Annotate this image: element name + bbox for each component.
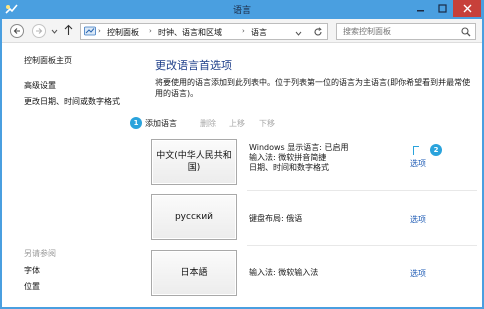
page-description: 将要使用的语言添加到此列表中。位于列表第一位的语言为主语言(即你希望看到并最常使… <box>155 78 471 98</box>
language-info: 输入法: 微软输入法 <box>249 268 318 278</box>
remove-button[interactable]: 删除 <box>200 118 216 129</box>
breadcrumb-separator-icon: › <box>242 27 245 35</box>
minimize-icon <box>416 10 424 12</box>
sidebar-item-advanced-settings[interactable]: 高级设置 <box>24 80 56 91</box>
list-item-language: русский 键盘布局: 俄语 选项 <box>142 194 482 244</box>
language-info-line: 键盘布局: 俄语 <box>249 214 303 223</box>
step-badge-1: 1 <box>130 117 142 129</box>
maximize-button[interactable] <box>431 0 453 17</box>
control-panel-icon <box>84 26 96 39</box>
recent-locations-chevron-icon[interactable] <box>51 27 58 36</box>
breadcrumb-item-control-panel[interactable]: 控制面板 <box>107 27 139 38</box>
options-link-russian[interactable]: 选项 <box>410 214 426 225</box>
language-toolbar: 1 添加语言 删除 上移 下移 <box>130 116 482 130</box>
sidebar-item-fonts[interactable]: 字体 <box>24 265 40 276</box>
refresh-icon[interactable] <box>313 27 323 39</box>
options-link-chinese[interactable]: 选项 <box>410 158 426 169</box>
language-window: 语言 › 控制面板 › 时钟、语言和区域 › 语言 搜索控制面板 控制面板主页 … <box>0 0 484 309</box>
language-tile-russian[interactable]: русский <box>151 194 237 240</box>
minimize-button[interactable] <box>409 0 431 17</box>
language-tile-japanese[interactable]: 日本語 <box>151 250 237 296</box>
move-up-button[interactable]: 上移 <box>229 118 245 129</box>
title-bar: 语言 <box>0 0 484 19</box>
sidebar: 控制面板主页 高级设置 更改日期、时间或数字格式 另请参阅 字体 位置 <box>2 43 142 307</box>
list-item-language: 中文(中华人民共和国) Windows 显示语言: 已启用 输入法: 微软拼音简… <box>142 139 482 189</box>
language-info-line: 输入法: 微软输入法 <box>249 268 319 277</box>
sidebar-item-control-panel-home[interactable]: 控制面板主页 <box>24 55 72 66</box>
close-button[interactable] <box>453 0 481 17</box>
close-icon <box>463 4 471 13</box>
content-area: 控制面板主页 高级设置 更改日期、时间或数字格式 另请参阅 字体 位置 更改语言… <box>2 43 482 307</box>
row-divider <box>247 245 477 246</box>
back-arrow-icon <box>13 28 20 34</box>
add-language-button[interactable]: 添加语言 <box>145 118 177 129</box>
language-info: Windows 显示语言: 已启用 输入法: 微软拼音简捷 日期、时间和数字格式 <box>249 143 349 173</box>
back-button[interactable] <box>10 24 24 38</box>
language-info-line: 输入法: 微软拼音简捷 <box>249 153 327 162</box>
move-down-button[interactable]: 下移 <box>259 118 275 129</box>
row-divider <box>247 190 477 191</box>
list-item-language: 日本語 输入法: 微软输入法 选项 <box>142 250 482 300</box>
up-arrow-icon[interactable] <box>64 24 73 38</box>
language-tile-chinese[interactable]: 中文(中华人民共和国) <box>151 139 237 185</box>
language-info-line: 日期、时间和数字格式 <box>249 163 329 172</box>
breadcrumb-separator-icon: › <box>149 27 152 35</box>
search-icon[interactable] <box>461 27 471 39</box>
maximize-icon <box>437 4 447 13</box>
breadcrumb-item-clock-language-region[interactable]: 时钟、语言和区域 <box>158 27 222 38</box>
breadcrumb-separator-icon: › <box>98 27 101 35</box>
search-box[interactable] <box>336 23 476 40</box>
breadcrumb[interactable]: › 控制面板 › 时钟、语言和区域 › 语言 <box>80 23 328 40</box>
path-dropdown-chevron-icon[interactable] <box>295 29 302 38</box>
see-also-title: 另请参阅 <box>24 249 56 258</box>
sidebar-item-change-date-time-format[interactable]: 更改日期、时间或数字格式 <box>24 96 120 107</box>
forward-button[interactable] <box>32 24 46 38</box>
language-info-line: Windows 显示语言: 已启用 <box>249 143 349 152</box>
sidebar-item-location[interactable]: 位置 <box>24 281 40 292</box>
search-input[interactable] <box>337 24 457 39</box>
address-bar: › 控制面板 › 时钟、语言和区域 › 语言 <box>2 19 482 43</box>
breadcrumb-item-language[interactable]: 语言 <box>251 27 267 38</box>
language-info: 键盘布局: 俄语 <box>249 214 302 224</box>
main-panel: 更改语言首选项 将要使用的语言添加到此列表中。位于列表第一位的语言为主语言(即你… <box>130 43 482 307</box>
page-title: 更改语言首选项 <box>155 59 232 72</box>
forward-arrow-icon <box>36 28 43 34</box>
options-link-japanese[interactable]: 选项 <box>410 268 426 279</box>
